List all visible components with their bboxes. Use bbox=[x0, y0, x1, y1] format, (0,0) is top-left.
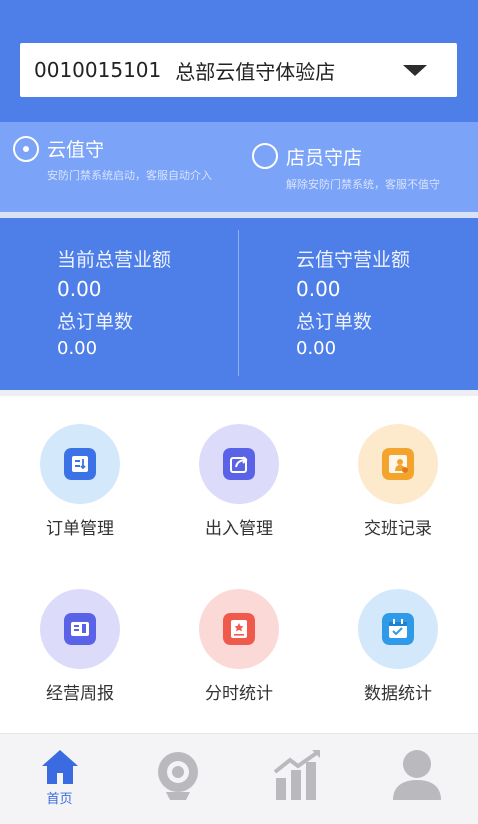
menu-weekly-report[interactable]: 经营周报 bbox=[0, 561, 160, 721]
stats-icon bbox=[199, 589, 279, 669]
orders-value: 0.00 bbox=[57, 338, 98, 359]
tab-camera[interactable] bbox=[119, 734, 238, 824]
radio-unchecked-icon[interactable] bbox=[252, 143, 278, 169]
mode-panel: 云值守 安防门禁系统启动，客服自动介入 店员守店 解除安防门禁系统，客服不值守 bbox=[0, 122, 478, 212]
tab-profile[interactable] bbox=[357, 734, 476, 824]
report-icon bbox=[40, 589, 120, 669]
share-icon bbox=[199, 424, 279, 504]
orders-value: 0.00 bbox=[296, 338, 337, 359]
mode-title: 店员守店 bbox=[286, 147, 363, 169]
handover-icon bbox=[358, 424, 438, 504]
menu-grid: 订单管理 出入管理 交班记录 经营周报 分时统计 数据统计 bbox=[0, 396, 478, 733]
home-icon bbox=[42, 750, 78, 784]
orders-label: 总订单数 bbox=[296, 311, 373, 333]
store-selector[interactable]: 0010015101 总部云值守体验店 bbox=[20, 43, 457, 97]
stats-panel: 当前总营业额 0.00 总订单数 0.00 云值守营业额 0.00 总订单数 0… bbox=[0, 218, 478, 390]
menu-shift-records[interactable]: 交班记录 bbox=[318, 396, 478, 556]
stats-divider bbox=[238, 230, 239, 376]
camera-icon bbox=[158, 752, 198, 800]
tab-statistics[interactable] bbox=[238, 734, 357, 824]
menu-data-statistics[interactable]: 数据统计 bbox=[318, 561, 478, 721]
mode-desc: 安防门禁系统启动，客服自动介入 bbox=[47, 169, 212, 182]
revenue-value: 0.00 bbox=[57, 277, 102, 301]
menu-label: 分时统计 bbox=[205, 684, 273, 704]
bar-chart-icon bbox=[273, 750, 320, 800]
calendar-icon bbox=[358, 589, 438, 669]
menu-order-management[interactable]: 订单管理 bbox=[0, 396, 160, 556]
user-icon bbox=[393, 750, 441, 800]
mode-option-cloud[interactable]: 云值守 安防门禁系统启动，客服自动介入 bbox=[0, 122, 239, 212]
header: 0010015101 总部云值守体验店 bbox=[0, 0, 478, 122]
chevron-down-icon[interactable] bbox=[403, 65, 427, 76]
menu-label: 订单管理 bbox=[46, 519, 114, 539]
menu-label: 经营周报 bbox=[46, 684, 114, 704]
order-icon bbox=[40, 424, 120, 504]
menu-label: 出入管理 bbox=[205, 519, 273, 539]
mode-title: 云值守 bbox=[47, 139, 105, 161]
store-name: 总部云值守体验店 bbox=[175, 59, 336, 84]
menu-access-management[interactable]: 出入管理 bbox=[159, 396, 319, 556]
mode-desc: 解除安防门禁系统，客服不值守 bbox=[286, 178, 440, 191]
orders-label: 总订单数 bbox=[57, 311, 134, 333]
revenue-label: 当前总营业额 bbox=[57, 249, 172, 271]
revenue-label: 云值守营业额 bbox=[296, 249, 411, 271]
menu-label: 交班记录 bbox=[364, 519, 432, 539]
menu-label: 数据统计 bbox=[364, 684, 432, 704]
tab-home[interactable]: 首页 bbox=[0, 734, 119, 824]
menu-time-statistics[interactable]: 分时统计 bbox=[159, 561, 319, 721]
tab-home-label: 首页 bbox=[46, 792, 73, 807]
store-code: 0010015101 bbox=[34, 58, 162, 82]
revenue-value: 0.00 bbox=[296, 277, 341, 301]
radio-checked-icon[interactable] bbox=[13, 136, 39, 162]
tab-bar: 首页 bbox=[0, 733, 478, 824]
mode-option-staff[interactable]: 店员守店 解除安防门禁系统，客服不值守 bbox=[239, 122, 478, 212]
